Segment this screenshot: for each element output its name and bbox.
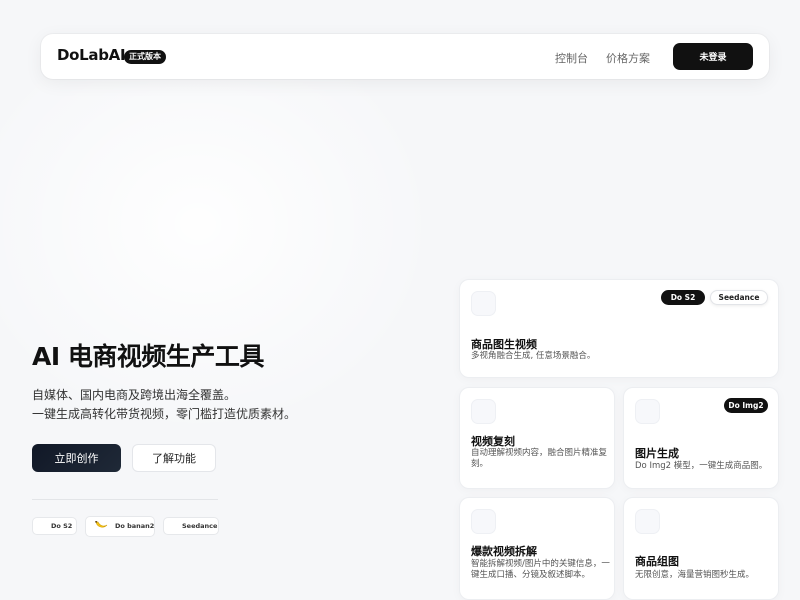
feature-card-image-to-video[interactable]: Do S2 Seedance 商品图生视频 多视角融合生成, 任意场景融合。 (459, 279, 779, 378)
login-button[interactable]: 未登录 (673, 43, 753, 70)
card-description: 智能拆解视频/图片中的关键信息，一键生成口播、分镜及叙述脚本。 (471, 559, 610, 580)
learn-features-button[interactable]: 了解功能 (132, 444, 216, 472)
hero-divider (32, 499, 218, 500)
model-chip-do-banan2: Do banan2 (85, 516, 155, 537)
video-breakdown-icon (471, 509, 496, 534)
model-chip-label: Seedance (182, 522, 218, 530)
model-chip-do-s2: Do S2 (32, 517, 77, 535)
banana-icon (95, 521, 108, 528)
model-chip-seedance: Seedance (163, 517, 219, 535)
card-title: 图片生成 (635, 447, 679, 460)
feature-card-image-generation[interactable]: Do Img2 图片生成 Do Img2 模型，一键生成商品图。 (623, 387, 779, 489)
image-generation-icon (635, 399, 660, 424)
feature-card-video-breakdown[interactable]: 爆款视频拆解 智能拆解视频/图片中的关键信息，一键生成口播、分镜及叙述脚本。 (459, 497, 615, 600)
card-title: 视频复刻 (471, 435, 515, 448)
version-badge: 正式版本 (124, 50, 166, 64)
hero-subtitle-1: 自媒体、国内电商及跨境出海全覆盖。 (32, 388, 237, 402)
card-title: 商品组图 (635, 555, 679, 568)
start-create-button[interactable]: 立即创作 (32, 444, 121, 472)
hero-subtitle-2: 一键生成高转化带货视频，零门槛打造优质素材。 (32, 407, 297, 421)
brand-logo[interactable]: DoLabAI (57, 46, 126, 64)
model-chip-label: Do S2 (51, 522, 73, 530)
tag-do-s2: Do S2 (661, 290, 705, 305)
card-description: 无限创意，海量营销图秒生成。 (635, 570, 755, 580)
feature-card-video-replicate[interactable]: 视频复刻 自动理解视频内容，融合图片精准复刻。 (459, 387, 615, 489)
model-chip-label: Do banan2 (115, 522, 155, 530)
card-description: 自动理解视频内容，融合图片精准复刻。 (471, 448, 608, 469)
tag-seedance: Seedance (710, 290, 768, 305)
card-title: 爆款视频拆解 (471, 545, 537, 558)
feature-card-product-gallery[interactable]: 商品组图 无限创意，海量营销图秒生成。 (623, 497, 779, 600)
video-replicate-icon (471, 399, 496, 424)
top-navbar: DoLabAI 正式版本 控制台 价格方案 未登录 (41, 34, 769, 79)
image-to-video-icon (471, 291, 496, 316)
card-description: 多视角融合生成, 任意场景融合。 (471, 351, 596, 361)
card-description: Do Img2 模型，一键生成商品图。 (635, 461, 768, 471)
nav-link-pricing[interactable]: 价格方案 (606, 50, 650, 66)
card-title: 商品图生视频 (471, 338, 537, 351)
hero-title: AI 电商视频生产工具 (32, 342, 264, 371)
nav-link-console[interactable]: 控制台 (555, 50, 588, 66)
product-gallery-icon (635, 509, 660, 534)
tag-do-img2: Do Img2 (724, 398, 768, 413)
